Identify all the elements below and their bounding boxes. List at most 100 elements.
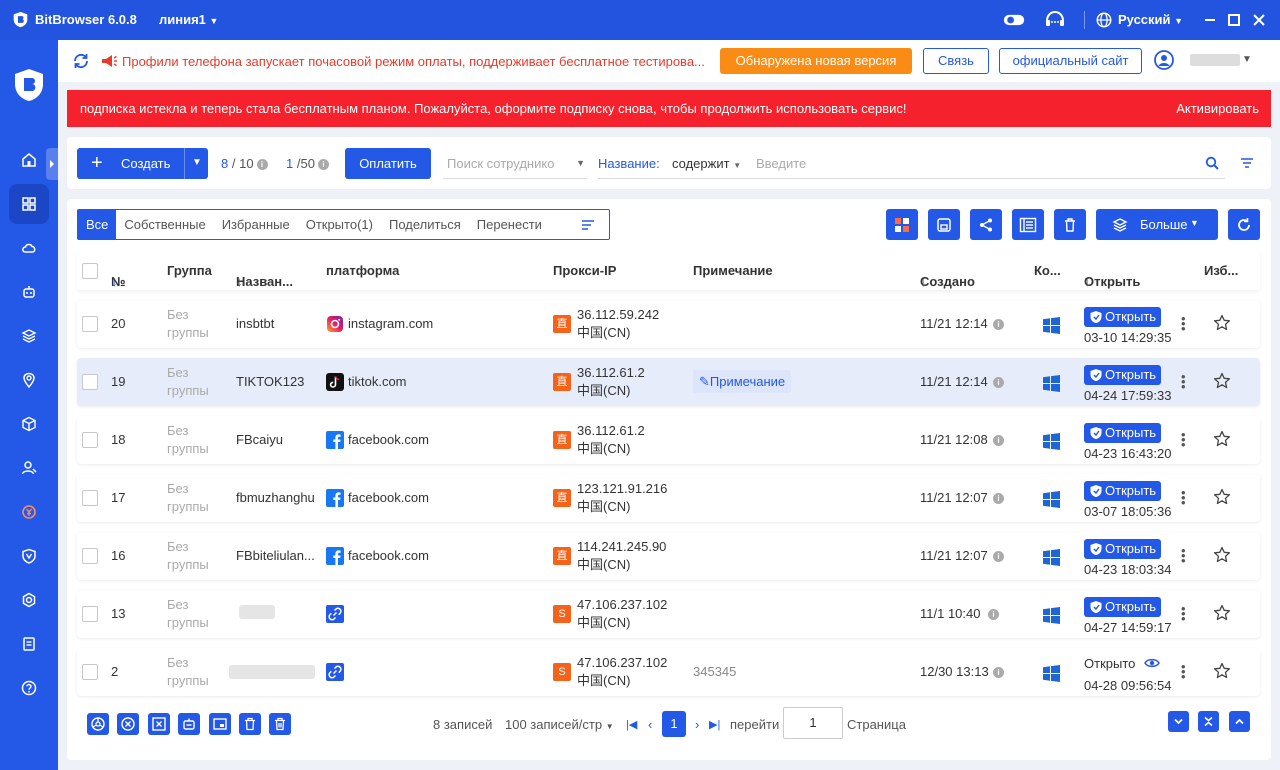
tab-transfer[interactable]: Перенести <box>469 210 550 239</box>
batch-delete-button[interactable] <box>269 713 291 735</box>
profile-name-blurred[interactable] <box>229 665 315 679</box>
new-version-button[interactable]: Обнаружена новая версия <box>720 48 912 74</box>
sidebar-item-team[interactable] <box>9 448 49 488</box>
platform-name[interactable]: instagram.com <box>348 316 433 331</box>
sidebar-item-extensions[interactable] <box>9 404 49 444</box>
more-vertical-icon[interactable]: • • • <box>1181 312 1186 335</box>
prev-page-icon[interactable]: ‹ <box>648 717 652 732</box>
minimize-icon[interactable] <box>1202 12 1218 28</box>
profile-name[interactable]: fbmuzhanghu <box>236 490 315 505</box>
table-row[interactable]: 20 Без группы insbtbt instagram.com 直 36.112.5… <box>77 300 1260 348</box>
platform-link[interactable] <box>326 605 344 626</box>
more-vertical-icon[interactable]: • • • <box>1181 428 1186 451</box>
sidebar-item-profiles[interactable] <box>9 184 49 224</box>
row-checkbox[interactable] <box>82 606 98 622</box>
info-icon[interactable]: i <box>317 159 329 170</box>
star-icon[interactable] <box>1213 546 1231 564</box>
row-checkbox[interactable] <box>82 432 98 448</box>
col-favorite[interactable]: Изб... <box>1204 263 1238 278</box>
platform-name[interactable]: tiktok.com <box>348 374 407 389</box>
more-vertical-icon[interactable]: • • • <box>1181 486 1186 509</box>
sidebar-item-docs[interactable] <box>9 624 49 664</box>
platform-name[interactable]: facebook.com <box>348 548 429 563</box>
more-button[interactable]: Больше ▼ <box>1096 209 1218 240</box>
col-proxy[interactable]: Прокси-IP <box>553 263 616 278</box>
next-page-icon[interactable]: › <box>695 717 699 732</box>
open-button[interactable]: Открыть <box>1084 597 1161 617</box>
first-page-icon[interactable]: |◀ <box>626 718 637 731</box>
row-checkbox[interactable] <box>82 374 98 390</box>
table-row[interactable]: 16 Без группы FBbiteliulan... facebook.com 直 1… <box>77 532 1260 580</box>
tab-opened[interactable]: Открыто(1) <box>298 210 381 239</box>
star-icon[interactable] <box>1213 314 1231 332</box>
official-site-button[interactable]: официальный сайт <box>999 48 1142 74</box>
refresh-icon[interactable] <box>72 52 90 70</box>
row-checkbox[interactable] <box>82 490 98 506</box>
sidebar-item-help[interactable] <box>9 668 49 708</box>
col-core[interactable]: Ко... <box>1034 263 1061 278</box>
col-platform[interactable]: платформа <box>326 263 399 278</box>
notice-text[interactable]: Профили телефона запускает почасовой реж… <box>122 54 712 69</box>
scroll-up-button[interactable] <box>1229 711 1250 732</box>
list-view-button[interactable] <box>1012 209 1044 240</box>
info-icon[interactable]: i <box>993 551 1004 562</box>
sidebar-item-robot[interactable] <box>9 272 49 312</box>
employee-search-select[interactable]: Поиск сотруднико ▼ <box>443 148 587 179</box>
sidebar-item-security[interactable] <box>9 536 49 576</box>
profile-name[interactable]: FBbiteliulan... <box>236 548 315 563</box>
view-toggle-button[interactable] <box>886 209 918 240</box>
col-group[interactable]: Группа <box>167 263 212 278</box>
info-icon[interactable]: i <box>993 493 1004 504</box>
info-icon[interactable]: i <box>993 667 1004 678</box>
filter-key[interactable]: Название: <box>598 148 660 179</box>
proxy-ip[interactable]: 114.241.245.90 中国(CN) <box>577 538 666 574</box>
maximize-icon[interactable] <box>1226 12 1242 28</box>
star-icon[interactable] <box>1213 372 1231 390</box>
more-vertical-icon[interactable]: • • • <box>1181 544 1186 567</box>
info-icon[interactable]: i <box>256 159 268 170</box>
sidebar-item-cloud[interactable] <box>9 228 49 268</box>
search-icon[interactable] <box>1205 156 1219 170</box>
close-icon[interactable] <box>1251 12 1267 28</box>
proxy-ip[interactable]: 47.106.237.102 中国(CN) <box>577 654 667 690</box>
profile-name[interactable]: insbtbt <box>236 316 274 331</box>
star-icon[interactable] <box>1213 488 1231 506</box>
current-page[interactable]: 1 <box>662 711 686 737</box>
filter-input[interactable]: Введите <box>756 148 806 179</box>
line-selector[interactable]: линия1 ▼ <box>159 12 218 27</box>
more-vertical-icon[interactable]: • • • <box>1181 370 1186 393</box>
star-icon[interactable] <box>1213 662 1231 680</box>
batch-window-button[interactable] <box>209 713 231 735</box>
batch-close-button[interactable] <box>117 713 139 735</box>
last-page-icon[interactable]: ▶| <box>709 718 720 731</box>
pay-button[interactable]: Оплатить <box>345 148 431 179</box>
info-icon[interactable]: i <box>988 609 999 620</box>
create-button[interactable]: + Создать ▼ <box>77 148 208 179</box>
open-button[interactable]: Открыть <box>1084 423 1161 443</box>
sidebar-item-location[interactable] <box>9 360 49 400</box>
language-selector[interactable]: Русский ▼ <box>1118 12 1183 27</box>
row-checkbox[interactable] <box>82 664 98 680</box>
table-row[interactable]: 19 Без группы TIKTOK123 tiktok.com 直 36.112.61… <box>77 358 1260 406</box>
tab-shared[interactable]: Поделиться <box>381 210 469 239</box>
scroll-down-button[interactable] <box>1168 711 1189 732</box>
profile-name-blurred[interactable] <box>239 605 275 619</box>
page-size-select[interactable]: 100 записей/стр ▼ <box>505 717 614 732</box>
tab-all[interactable]: Все <box>78 210 117 239</box>
username-blurred[interactable] <box>1190 54 1240 66</box>
avatar-icon[interactable] <box>1154 50 1174 70</box>
reload-button[interactable] <box>1228 209 1260 240</box>
open-button[interactable]: Открыть <box>1084 539 1161 559</box>
chevron-down-icon[interactable]: ▼ <box>1242 54 1252 65</box>
select-all-checkbox[interactable] <box>82 263 98 279</box>
proxy-ip[interactable]: 36.112.59.242 中国(CN) <box>577 306 659 342</box>
sidebar-item-billing[interactable] <box>9 492 49 532</box>
table-row[interactable]: 2 Без группы S 47.106.237.102 中国(CN) 345345 12/… <box>77 648 1260 696</box>
more-vertical-icon[interactable]: • • • <box>1181 602 1186 625</box>
open-button[interactable]: Открыть <box>1084 365 1161 385</box>
save-button[interactable] <box>928 209 960 240</box>
delete-button[interactable] <box>1054 209 1086 240</box>
open-button[interactable]: Открыть <box>1084 481 1161 501</box>
table-row[interactable]: 13 Без группы S 47.106.237.102 中国(CN) 11/1 10:… <box>77 590 1260 638</box>
info-icon[interactable]: i <box>993 319 1004 330</box>
